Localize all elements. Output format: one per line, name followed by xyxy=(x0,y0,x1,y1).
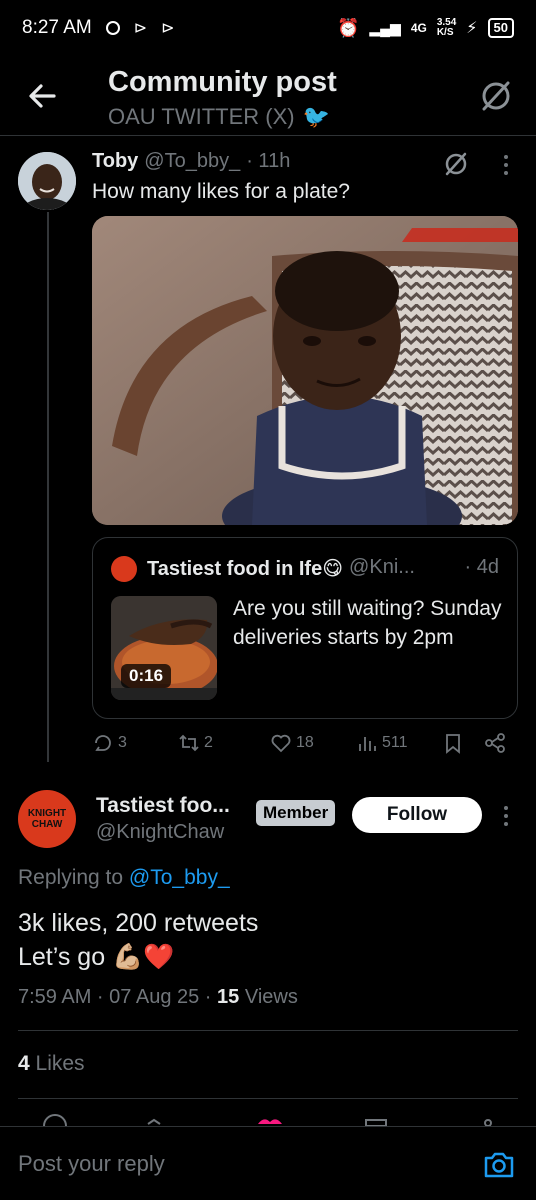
share-action[interactable] xyxy=(484,732,506,754)
more-options-icon[interactable] xyxy=(498,152,514,178)
bookmark-action[interactable] xyxy=(442,732,464,754)
notification-play-icon: ⊳ xyxy=(133,20,148,37)
follow-button[interactable]: Follow xyxy=(352,797,482,833)
reply-author-name[interactable]: Tastiest foo... xyxy=(96,794,230,818)
reply-icon xyxy=(95,735,111,751)
video-duration: 0:16 xyxy=(121,664,172,688)
camera-icon[interactable] xyxy=(482,1149,516,1181)
likes-count: 4 xyxy=(18,1052,30,1075)
share-icon xyxy=(485,733,505,753)
quoted-author-name: Tastiest food in Ife😋 xyxy=(147,558,344,580)
like-count: 18 xyxy=(296,734,314,751)
partial-action-row xyxy=(0,1112,536,1126)
reply-count: 3 xyxy=(118,734,127,751)
likes-summary[interactable]: 4 Likes xyxy=(18,1052,85,1076)
quoted-avatar xyxy=(111,556,137,582)
tweet-actions-row: 3 2 18 511 xyxy=(92,732,518,762)
divider xyxy=(18,1098,518,1099)
speed-readout: 3.54 K/S xyxy=(437,18,456,38)
tweet-image[interactable] xyxy=(92,216,518,525)
heart-icon xyxy=(271,734,291,753)
replying-to-handle[interactable]: @To_bby_ xyxy=(129,866,230,889)
tweet-author-handle[interactable]: @To_bby_ xyxy=(144,150,240,173)
status-time: 8:27 AM xyxy=(22,17,92,38)
reply-views-count: 15 xyxy=(217,986,240,1008)
thread-connector-line xyxy=(47,212,49,762)
reply-views-label: Views xyxy=(244,986,298,1008)
retweet-count: 2 xyxy=(204,734,213,751)
reply-text-line-1: 3k likes, 200 retweets xyxy=(18,909,259,937)
reply-composer xyxy=(0,1126,536,1200)
speed-unit: K/S xyxy=(436,27,454,38)
divider xyxy=(18,1030,518,1031)
notification-play-icon-2: ⊳ xyxy=(161,20,175,37)
tweet-text: How many likes for a plate? xyxy=(92,180,350,203)
quoted-video-thumbnail[interactable]: 0:16 xyxy=(111,596,217,700)
grok-icon[interactable] xyxy=(478,78,514,114)
more-options-icon[interactable] xyxy=(498,803,514,829)
page-title: Community post xyxy=(108,66,337,98)
replying-to-prefix: Replying to xyxy=(18,866,124,889)
reply-timestamp: 7:59 AM · 07 Aug 25 · xyxy=(18,986,212,1008)
grok-icon[interactable] xyxy=(442,150,470,178)
views-chart-icon xyxy=(359,737,376,751)
avatar-face-icon xyxy=(18,152,76,210)
network-label: 4G xyxy=(410,21,427,35)
reply-text: 3k likes, 200 retweets Let’s go 💪🏼❤️ xyxy=(18,906,258,974)
reply-text-line-2: Let’s go 💪🏼❤️ xyxy=(18,943,175,971)
avatar[interactable] xyxy=(18,152,76,210)
back-arrow-icon[interactable] xyxy=(24,78,60,114)
retweet-icon xyxy=(179,734,199,752)
quoted-tweet-card[interactable]: Tastiest food in Ife😋 @Kni... · 4d 0:16 … xyxy=(92,537,518,719)
bird-emoji-icon: 🐦 xyxy=(302,104,330,129)
quoted-author-handle: @Kni... xyxy=(349,556,415,578)
tweet-author-row[interactable]: Toby @To_bby_ · 11h xyxy=(92,150,290,173)
page-header: Community post OAU TWITTER (X) 🐦 xyxy=(0,56,536,136)
tweet-timestamp: · 11h xyxy=(246,150,291,172)
quoted-tweet-text: Are you still waiting? Sunday deliveries… xyxy=(233,597,502,649)
reply-meta: 7:59 AM · 07 Aug 25 · 15 Views xyxy=(18,986,298,1009)
view-count: 511 xyxy=(382,734,408,751)
like-action[interactable]: 18 xyxy=(270,732,314,754)
battery-indicator: 50 xyxy=(487,18,514,38)
replying-to-line: Replying to @To_bby_ xyxy=(18,866,230,890)
signal-icon: ▂▄▆ xyxy=(369,19,401,36)
community-name-row[interactable]: OAU TWITTER (X) 🐦 xyxy=(108,104,330,130)
tweet-image-photo xyxy=(92,216,518,525)
likes-label: Likes xyxy=(35,1052,85,1075)
quoted-author-row: Tastiest food in Ife😋 @Kni... xyxy=(147,556,415,581)
quoted-timestamp: · 4d xyxy=(464,556,499,578)
alarm-icon: ⏰ xyxy=(336,17,360,38)
notification-circle-icon xyxy=(105,21,120,35)
reply-author-avatar[interactable]: KNIGHT CHAW xyxy=(18,790,76,848)
retweet-action[interactable]: 2 xyxy=(178,732,213,754)
avatar-logo-text: KNIGHT CHAW xyxy=(27,808,67,830)
reply-action[interactable]: 3 xyxy=(92,732,127,754)
charging-icon: ⚡ xyxy=(466,20,478,37)
status-bar: 8:27 AM ⊳ ⊳ ⏰ ▂▄▆ 4G 3.54 K/S ⚡ 50 xyxy=(0,0,536,56)
views-action[interactable]: 511 xyxy=(356,732,408,754)
partial-action-icons xyxy=(43,1114,492,1126)
reply-input[interactable] xyxy=(18,1151,438,1177)
bookmark-icon xyxy=(446,734,460,754)
tweet-author-name[interactable]: Toby xyxy=(92,150,138,173)
reply-author-handle[interactable]: @KnightChaw xyxy=(96,821,224,844)
community-name: OAU TWITTER (X) xyxy=(108,104,295,129)
member-badge: Member xyxy=(256,800,336,826)
